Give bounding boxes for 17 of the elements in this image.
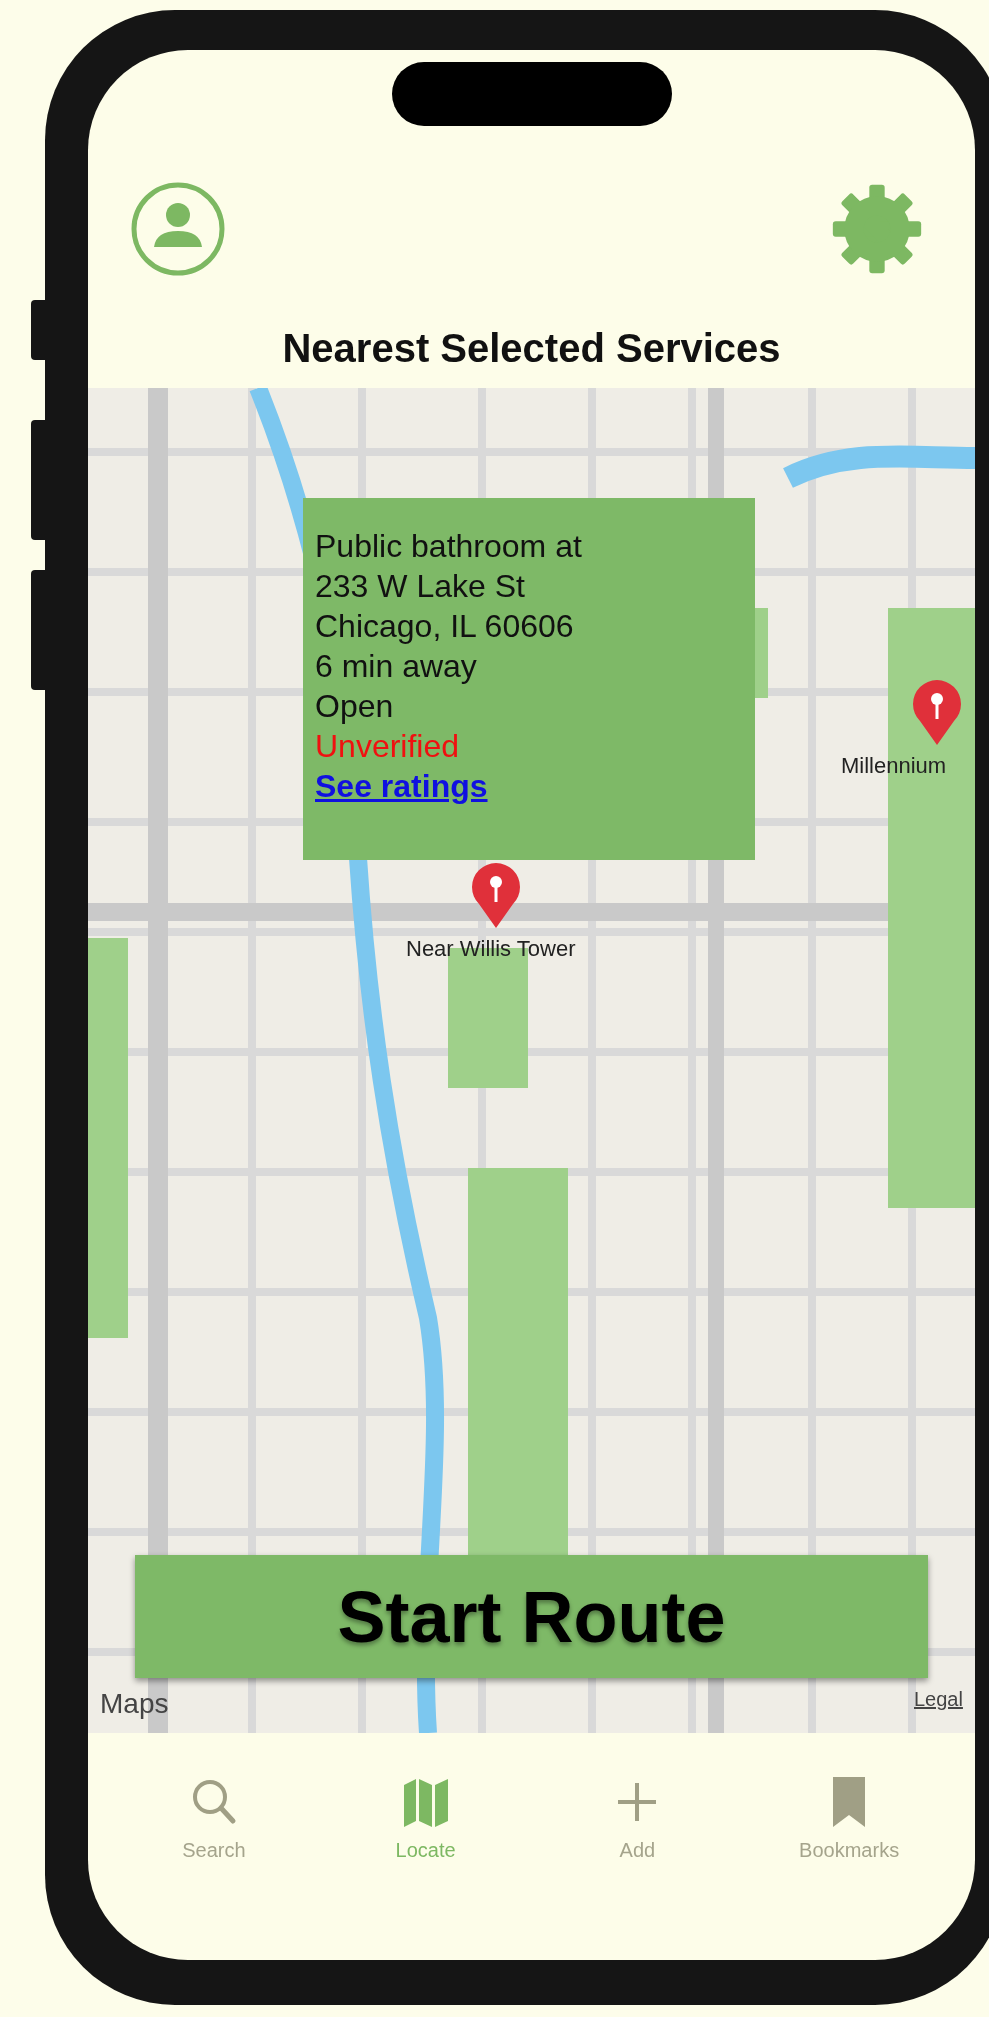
map-attribution: Maps [100, 1688, 169, 1720]
info-text: Chicago, IL 60606 [315, 607, 575, 646]
tab-button[interactable]: Locate [345, 1773, 506, 1862]
pin-label: Near Willis Tower [406, 936, 576, 962]
info-text: Public bathroom at [315, 527, 583, 566]
status-text: Unverified [315, 727, 461, 766]
tab-button[interactable]: Search [133, 1773, 294, 1862]
info-text: 6 min away [315, 647, 478, 686]
pin-label: Millennium [841, 753, 947, 779]
legal-link[interactable]: Legal [914, 1688, 963, 1711]
info-text: Open [315, 687, 395, 726]
tab-button[interactable]: Add [557, 1773, 718, 1862]
ratings-link[interactable]: See ratings [315, 766, 743, 806]
tab-button[interactable]: Bookmarks [769, 1773, 930, 1862]
start-route-button[interactable]: Start Route [135, 1555, 928, 1678]
screen-title: Nearest Selected Services [282, 326, 781, 372]
info-text: 233 W Lake St [315, 567, 526, 606]
